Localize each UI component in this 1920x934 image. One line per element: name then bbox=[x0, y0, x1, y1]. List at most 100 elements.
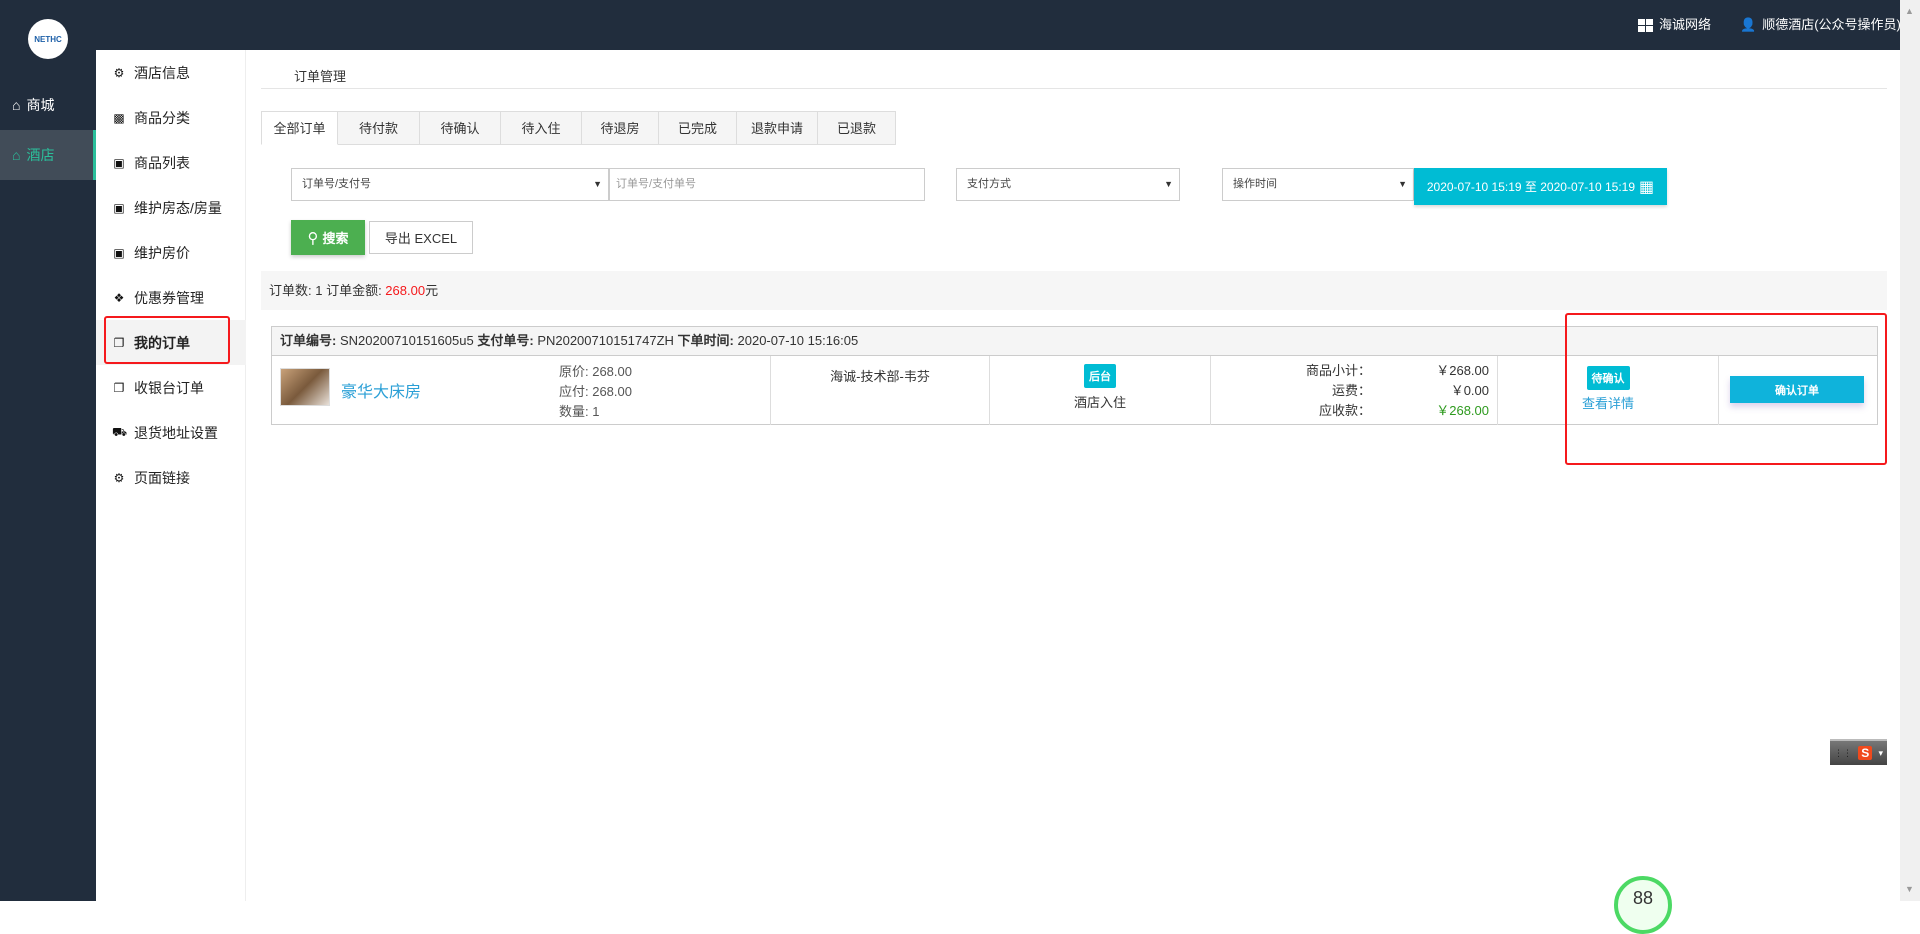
sub-item-cashier-orders[interactable]: ❐ 收银台订单 bbox=[96, 365, 246, 410]
search-button-label: 搜索 bbox=[322, 231, 349, 246]
tags-icon: ❖ bbox=[113, 290, 125, 305]
cubes-icon: ▣ bbox=[113, 200, 125, 215]
tab-completed[interactable]: 已完成 bbox=[659, 111, 737, 145]
sub-item-label: 维护房态/房量 bbox=[134, 199, 222, 216]
nav-item-mall[interactable]: ⌂ 商城 bbox=[0, 80, 96, 130]
amount-cell: 商品小计： ￥268.00 运费： ￥0.00 应收款： ￥268.00 bbox=[1210, 356, 1497, 425]
tab-pending-checkin[interactable]: 待入住 bbox=[501, 111, 582, 145]
tab-refund-requests[interactable]: 退款申请 bbox=[737, 111, 818, 145]
home-icon: ⌂ bbox=[12, 97, 21, 113]
sub-item-label: 维护房价 bbox=[134, 244, 190, 261]
sub-item-products[interactable]: ▣ 商品列表 bbox=[96, 140, 246, 185]
sub-item-room-price[interactable]: ▣ 维护房价 bbox=[96, 230, 246, 275]
customer-cell: 海诚-技术部-韦芬 bbox=[770, 356, 989, 425]
sub-item-label: 优惠券管理 bbox=[134, 289, 204, 306]
search-type-select[interactable]: 订单号/支付号 ▼ bbox=[291, 168, 609, 201]
date-range-picker[interactable]: 2020-07-10 15:19 至 2020-07-10 15:19 ▦ bbox=[1414, 168, 1667, 205]
tab-refunded[interactable]: 已退款 bbox=[818, 111, 896, 145]
source-type: 酒店入住 bbox=[1073, 395, 1126, 410]
sub-item-label: 酒店信息 bbox=[134, 64, 190, 81]
scroll-up-icon[interactable]: ▲ bbox=[1905, 6, 1914, 16]
receivable-label: 应收款： bbox=[1318, 403, 1371, 418]
search-button[interactable]: ⚲ 搜索 bbox=[291, 220, 365, 255]
top-bar bbox=[0, 0, 1900, 50]
export-excel-button[interactable]: 导出 EXCEL bbox=[369, 221, 473, 254]
payment-method-select[interactable]: 支付方式 ▼ bbox=[956, 168, 1180, 201]
source-cell: 后台 酒店入住 bbox=[989, 356, 1210, 425]
order-header: 订单编号: SN20200710151605u5 支付单号: PN2020071… bbox=[272, 327, 1877, 356]
sub-sidebar: ⚙ 酒店信息 ▩ 商品分类 ▣ 商品列表 ▣ 维护房态/房量 ▣ 维护房价 ❖ 优惠券管理 … bbox=[96, 50, 246, 901]
sogou-icon: S bbox=[1858, 746, 1873, 760]
breadcrumb: 订单管理 bbox=[294, 69, 347, 84]
sub-item-label: 收银台订单 bbox=[134, 379, 204, 396]
product-thumbnail bbox=[280, 368, 330, 406]
cogs-icon: ⚙ bbox=[113, 65, 125, 80]
nav-item-hotel[interactable]: ⌂ 酒店 bbox=[0, 130, 96, 180]
time-type-select[interactable]: 操作时间 ▼ bbox=[1222, 168, 1414, 201]
sub-item-room-status[interactable]: ▣ 维护房态/房量 bbox=[96, 185, 246, 230]
ime-toolbar[interactable]: ⋮⋮ S ▾ bbox=[1830, 739, 1887, 765]
sub-item-label: 商品列表 bbox=[134, 154, 190, 171]
tab-pending-checkout[interactable]: 待退房 bbox=[582, 111, 659, 145]
order-no-label: 订单编号: bbox=[280, 333, 337, 348]
scroll-down-icon[interactable]: ▼ bbox=[1905, 884, 1914, 894]
company-link[interactable]: 海诚网络 bbox=[1638, 0, 1711, 50]
subtotal-value: ￥268.00 bbox=[1436, 363, 1489, 378]
source-badge: 后台 bbox=[1084, 364, 1116, 388]
dropdown-arrow-icon: ▼ bbox=[1164, 179, 1173, 189]
order-card: 订单编号: SN20200710151605u5 支付单号: PN2020071… bbox=[271, 326, 1878, 425]
sub-item-return-address[interactable]: ⛟ 退货地址设置 bbox=[96, 410, 246, 455]
sub-item-label: 退货地址设置 bbox=[134, 424, 218, 441]
page-scrollbar[interactable]: ▲ ▼ bbox=[1900, 0, 1920, 901]
view-details-link[interactable]: 查看详情 bbox=[1498, 393, 1718, 412]
cubes-icon: ▣ bbox=[113, 245, 125, 260]
date-range-value: 2020-07-10 15:19 至 2020-07-10 15:19 bbox=[1426, 180, 1636, 194]
sub-item-coupons[interactable]: ❖ 优惠券管理 bbox=[96, 275, 246, 320]
order-search-input[interactable]: 订单号/支付单号 bbox=[609, 168, 925, 201]
dropdown-arrow-icon: ▼ bbox=[1398, 179, 1407, 189]
tab-unpaid[interactable]: 待付款 bbox=[338, 111, 420, 145]
product-name-link[interactable]: 豪华大床房 bbox=[341, 378, 421, 402]
status-cell: 待确认 查看详情 bbox=[1497, 356, 1718, 425]
user-menu[interactable]: 👤 顺德酒店(公众号操作员) bbox=[1740, 0, 1901, 50]
sub-item-categories[interactable]: ▩ 商品分类 bbox=[96, 95, 246, 140]
select-value: 支付方式 bbox=[967, 178, 1011, 190]
sub-item-hotel-info[interactable]: ⚙ 酒店信息 bbox=[96, 50, 246, 95]
user-label: 顺德酒店(公众号操作员) bbox=[1762, 17, 1901, 32]
customer-name: 海诚-技术部-韦芬 bbox=[830, 369, 930, 384]
divider bbox=[261, 88, 1887, 89]
shipping-value: ￥0.00 bbox=[1450, 383, 1489, 398]
tab-pending-confirm[interactable]: 待确认 bbox=[420, 111, 501, 145]
summary-label: 订单数: 1 订单金额: bbox=[269, 283, 386, 298]
copy-icon: ❐ bbox=[113, 380, 125, 395]
logo: NETHC bbox=[28, 19, 68, 59]
order-time-label: 下单时间: bbox=[677, 333, 734, 348]
sub-item-label: 页面链接 bbox=[134, 469, 190, 486]
tab-all[interactable]: 全部订单 bbox=[261, 111, 338, 145]
nav-label: 酒店 bbox=[26, 147, 55, 163]
confirm-order-button[interactable]: 确认订单 bbox=[1730, 376, 1864, 403]
order-no: SN20200710151605u5 bbox=[339, 333, 474, 348]
sub-item-my-orders[interactable]: ❐ 我的订单 bbox=[96, 320, 246, 365]
product-cell: 豪华大床房 原价: 268.00 应付: 268.00 数量: 1 bbox=[272, 356, 770, 425]
sub-item-page-links[interactable]: ⚙ 页面链接 bbox=[96, 455, 246, 500]
pay-no-label: 支付单号: bbox=[477, 333, 534, 348]
summary-unit: 元 bbox=[425, 283, 439, 298]
grip-icon: ⋮⋮ bbox=[1834, 747, 1852, 758]
summary-amount: 268.00 bbox=[385, 283, 426, 298]
performance-gauge[interactable]: 88 bbox=[1614, 876, 1672, 934]
subtotal-label: 商品小计： bbox=[1305, 363, 1371, 378]
nav-label: 商城 bbox=[26, 97, 55, 113]
order-time: 2020-07-10 15:16:05 bbox=[737, 333, 859, 348]
original-price: 原价: 268.00 bbox=[559, 364, 632, 379]
cogs-icon: ⚙ bbox=[113, 470, 125, 485]
select-value: 订单号/支付号 bbox=[302, 178, 372, 190]
order-row: 豪华大床房 原价: 268.00 应付: 268.00 数量: 1 海诚-技术部… bbox=[272, 356, 1877, 425]
select-value: 操作时间 bbox=[1233, 178, 1277, 190]
minimize-icon[interactable]: ▾ bbox=[1878, 748, 1883, 759]
payable-price: 应付: 268.00 bbox=[559, 384, 632, 399]
search-placeholder: 订单号/支付单号 bbox=[616, 178, 697, 190]
home-icon: ⌂ bbox=[12, 147, 21, 163]
sub-item-label: 商品分类 bbox=[134, 109, 190, 126]
sitemap-icon: ▩ bbox=[113, 110, 125, 125]
